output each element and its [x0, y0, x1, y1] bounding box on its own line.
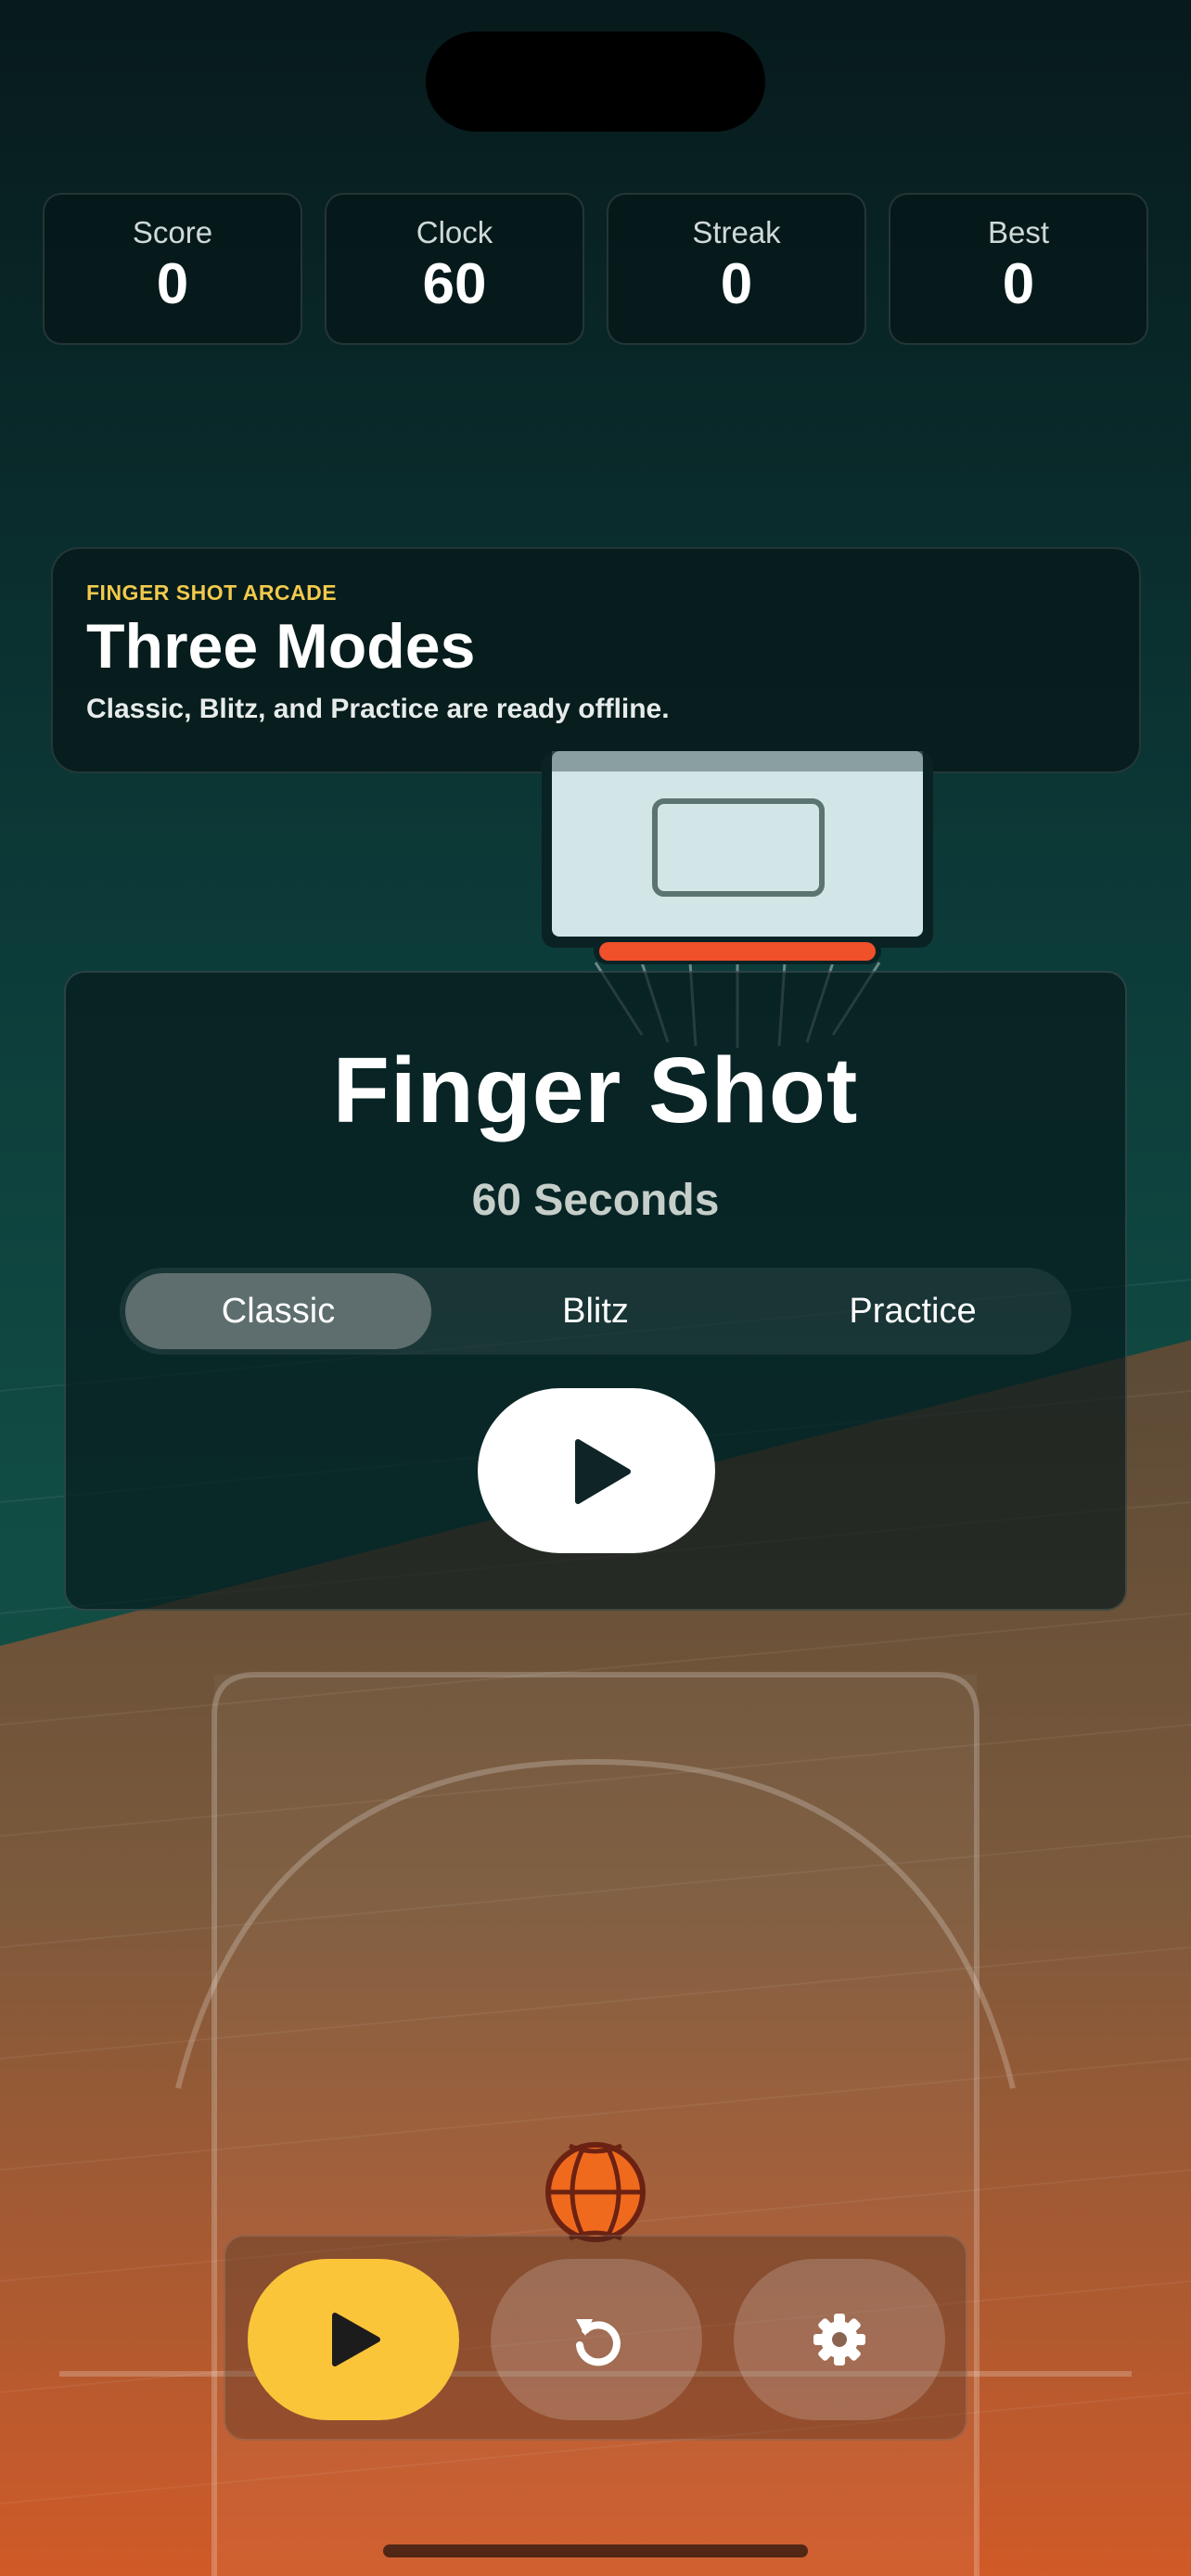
banner-subtitle: Classic, Blitz, and Practice are ready o… [86, 694, 670, 724]
start-game-button[interactable] [478, 1388, 715, 1553]
stat-label: Streak [692, 215, 781, 249]
banner-title: Three Modes [86, 611, 476, 682]
banner-eyebrow: FINGER SHOT ARCADE [86, 580, 338, 605]
play-button[interactable] [248, 2259, 459, 2420]
stat-clock: Clock 60 [325, 193, 584, 345]
mode-practice[interactable]: Practice [760, 1273, 1066, 1349]
gear-icon [813, 2314, 865, 2366]
restart-icon [576, 2319, 621, 2366]
stat-score: Score 0 [43, 193, 302, 345]
start-panel: Finger Shot 60 Seconds Classic Blitz Pra… [64, 971, 1127, 1611]
dynamic-island [426, 32, 765, 132]
basketball [545, 2142, 646, 2242]
game-title: Finger Shot [332, 1039, 859, 1142]
game-duration: 60 Seconds [471, 1176, 720, 1225]
stat-label: Best [987, 215, 1050, 249]
stat-value: 60 [422, 252, 487, 316]
play-icon [575, 1439, 631, 1504]
stat-value: 0 [720, 252, 753, 316]
stats-bar: Score 0 Clock 60 Streak 0 Best 0 [43, 193, 1148, 347]
play-icon [332, 2313, 380, 2366]
info-banner: FINGER SHOT ARCADE Three Modes Classic, … [51, 547, 1141, 773]
restart-button[interactable] [491, 2259, 702, 2420]
mode-selector: Classic Blitz Practice [120, 1268, 1071, 1355]
mode-classic[interactable]: Classic [125, 1273, 431, 1349]
stat-value: 0 [1002, 252, 1035, 316]
stat-best: Best 0 [889, 193, 1148, 345]
home-indicator[interactable] [383, 2544, 808, 2557]
mode-blitz[interactable]: Blitz [442, 1273, 749, 1349]
stat-streak: Streak 0 [607, 193, 866, 345]
settings-button[interactable] [734, 2259, 945, 2420]
stat-label: Clock [416, 215, 493, 249]
stat-value: 0 [156, 252, 189, 316]
control-bar [224, 2235, 967, 2441]
stat-label: Score [132, 215, 213, 249]
